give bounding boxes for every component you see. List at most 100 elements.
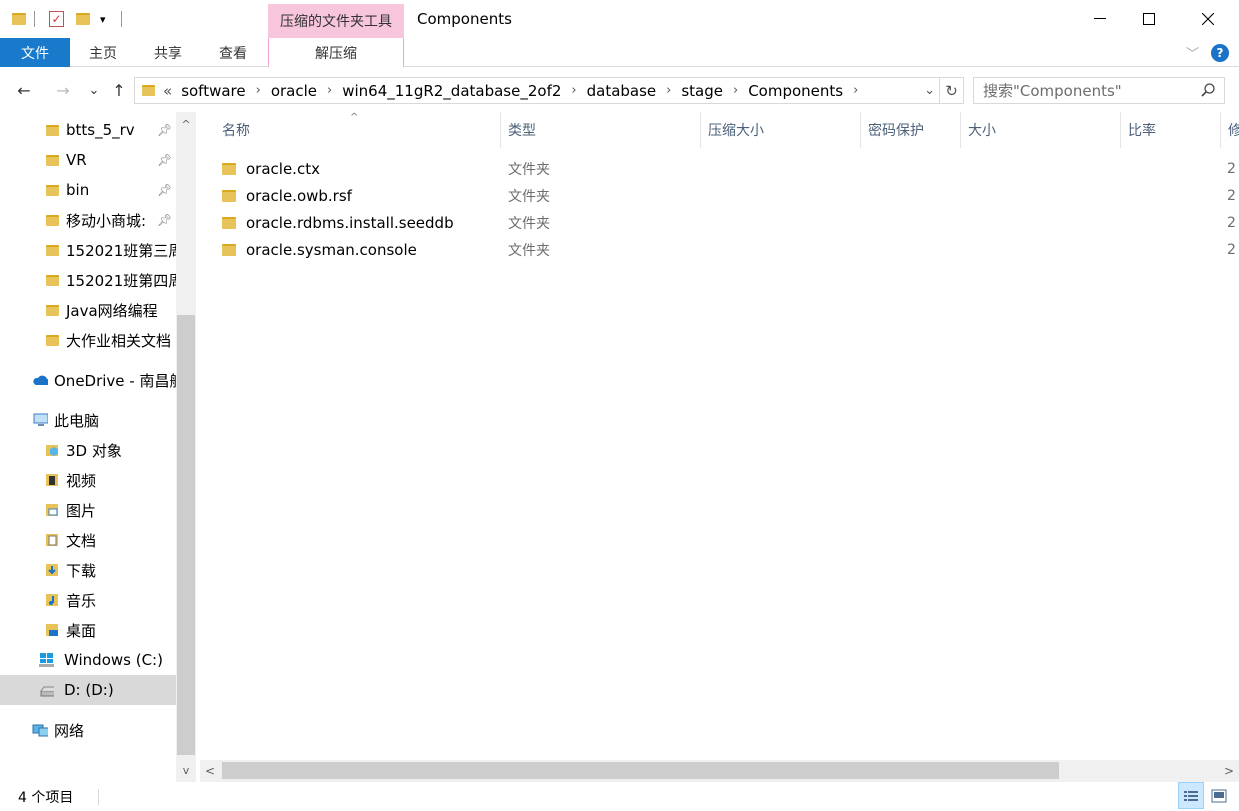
new-folder-icon[interactable] (76, 9, 90, 29)
tab-view[interactable]: 查看 (202, 38, 264, 67)
nav-desktop[interactable]: 桌面 (0, 615, 176, 645)
properties-icon[interactable]: ✓ (49, 9, 64, 29)
chevron-right-icon[interactable]: › (733, 83, 738, 98)
details-view-button[interactable] (1178, 782, 1204, 809)
nav-onedrive[interactable]: OneDrive - 南昌航 (0, 365, 176, 395)
qat-dropdown-icon[interactable]: ▾ (100, 9, 106, 29)
folder-icon (44, 152, 60, 168)
breadcrumb-win64[interactable]: win64_11gR2_database_2of2 (342, 82, 561, 100)
breadcrumb-components[interactable]: Components (748, 82, 843, 100)
column-compressed-size[interactable]: 压缩大小 (700, 112, 861, 148)
scroll-right-icon[interactable]: > (1219, 760, 1239, 782)
tab-extract[interactable]: 解压缩 (268, 38, 404, 67)
context-group-label: 压缩的文件夹工具 (268, 4, 404, 38)
nav-videos[interactable]: 视频 (0, 465, 176, 495)
nav-drive-d[interactable]: D: (D:) (0, 675, 176, 705)
list-item[interactable]: oracle.sysman.console (222, 236, 417, 263)
folder-icon (222, 243, 236, 256)
quick-access-item[interactable]: btts_5_rv 📌︎ (0, 115, 176, 145)
minimize-button[interactable] (1077, 0, 1123, 38)
address-bar[interactable]: « software › oracle › win64_11gR2_databa… (134, 77, 940, 104)
computer-icon (32, 412, 48, 428)
quick-access-item[interactable]: 移动小商城: 📌︎ (0, 205, 176, 235)
qat-separator-2 (121, 9, 122, 29)
nav-this-pc[interactable]: 此电脑 (0, 405, 176, 435)
nav-label: 网络 (54, 721, 85, 740)
nav-documents[interactable]: 文档 (0, 525, 176, 555)
folder-icon (222, 162, 236, 175)
list-item[interactable]: oracle.rdbms.install.seeddb (222, 209, 454, 236)
horizontal-scrollbar[interactable]: < > (200, 760, 1239, 782)
quick-access-item[interactable]: 大作业相关文档 (0, 325, 176, 355)
column-modified[interactable]: 修 (1220, 112, 1239, 148)
scroll-down-icon[interactable]: v (176, 760, 196, 780)
file-type: 文件夹 (508, 161, 550, 178)
nav-scrollbar[interactable]: ^ v (176, 112, 196, 782)
quick-access-item[interactable]: Java网络编程 (0, 295, 176, 325)
breadcrumb-database[interactable]: database (587, 82, 657, 100)
nav-label: 视频 (66, 471, 97, 490)
nav-pictures[interactable]: 图片 (0, 495, 176, 525)
quick-access-item[interactable]: 152021班第三周 (0, 235, 176, 265)
quick-access-item[interactable]: VR 📌︎ (0, 145, 176, 175)
chevron-right-icon[interactable]: › (666, 83, 671, 98)
column-type[interactable]: 类型 (500, 112, 701, 148)
ribbon-expand-icon[interactable]: ﹀ (1186, 43, 1199, 62)
scroll-up-icon[interactable]: ^ (176, 114, 196, 134)
column-size[interactable]: 大小 (960, 112, 1121, 148)
folder-icon (222, 216, 236, 229)
music-icon (44, 592, 60, 608)
column-name[interactable]: 名称 (214, 112, 501, 148)
address-dropdown-icon[interactable]: ⌄ (924, 83, 935, 98)
nav-music[interactable]: 音乐 (0, 585, 176, 615)
nav-label: bin (66, 181, 90, 199)
nav-network[interactable]: 网络 (0, 715, 176, 745)
nav-label: 移动小商城: (66, 211, 147, 230)
nav-label: 下载 (66, 561, 97, 580)
nav-downloads[interactable]: 下载 (0, 555, 176, 585)
tab-home[interactable]: 主页 (72, 38, 134, 67)
file-name: oracle.rdbms.install.seeddb (246, 213, 454, 232)
nav-3d-objects[interactable]: 3D 对象 (0, 435, 176, 465)
nav-label: 桌面 (66, 621, 97, 640)
scroll-left-icon[interactable]: < (200, 760, 220, 782)
list-item[interactable]: oracle.owb.rsf (222, 182, 352, 209)
folder-icon (44, 212, 60, 228)
breadcrumb-software[interactable]: software (181, 82, 245, 100)
back-button[interactable]: ← (14, 79, 34, 101)
chevron-right-icon[interactable]: › (571, 83, 576, 98)
network-icon (32, 722, 48, 738)
status-bar: 4 个项目 (0, 782, 1239, 811)
search-icon[interactable] (1200, 82, 1216, 102)
pin-icon: 📌︎ (157, 213, 173, 227)
breadcrumb-overflow[interactable]: « (163, 82, 172, 100)
help-icon[interactable]: ? (1211, 43, 1229, 62)
tab-share[interactable]: 共享 (136, 38, 200, 67)
address-row: ← → ⌄ ↑ « software › oracle › win64_11gR… (0, 67, 1239, 112)
scrollbar-thumb[interactable] (177, 315, 195, 755)
windows-drive-icon (38, 652, 54, 668)
forward-button[interactable]: → (53, 79, 73, 101)
refresh-button[interactable]: ↻ (940, 77, 964, 104)
file-list: ^ 名称 类型 压缩大小 密码保护 大小 比率 修 oracle.ctx 文件夹… (200, 112, 1239, 782)
column-password[interactable]: 密码保护 (860, 112, 961, 148)
large-icons-view-button[interactable] (1206, 782, 1232, 809)
tab-file[interactable]: 文件 (0, 38, 70, 67)
file-modified: 2 (1227, 241, 1236, 258)
nav-drive-c[interactable]: Windows (C:) (0, 645, 176, 675)
breadcrumb-stage[interactable]: stage (681, 82, 723, 100)
column-ratio[interactable]: 比率 (1120, 112, 1221, 148)
quick-access-item[interactable]: bin 📌︎ (0, 175, 176, 205)
search-input[interactable]: 搜索"Components" (973, 77, 1225, 104)
chevron-right-icon[interactable]: › (327, 83, 332, 98)
breadcrumb-oracle[interactable]: oracle (271, 82, 317, 100)
chevron-right-icon[interactable]: › (853, 83, 858, 98)
list-item[interactable]: oracle.ctx (222, 155, 320, 182)
recent-locations-button[interactable]: ⌄ (84, 79, 104, 101)
chevron-right-icon[interactable]: › (256, 83, 261, 98)
maximize-button[interactable] (1126, 0, 1172, 38)
close-button[interactable] (1185, 0, 1231, 38)
scrollbar-thumb[interactable] (222, 762, 1059, 779)
up-button[interactable]: ↑ (109, 79, 129, 101)
quick-access-item[interactable]: 152021班第四周 (0, 265, 176, 295)
